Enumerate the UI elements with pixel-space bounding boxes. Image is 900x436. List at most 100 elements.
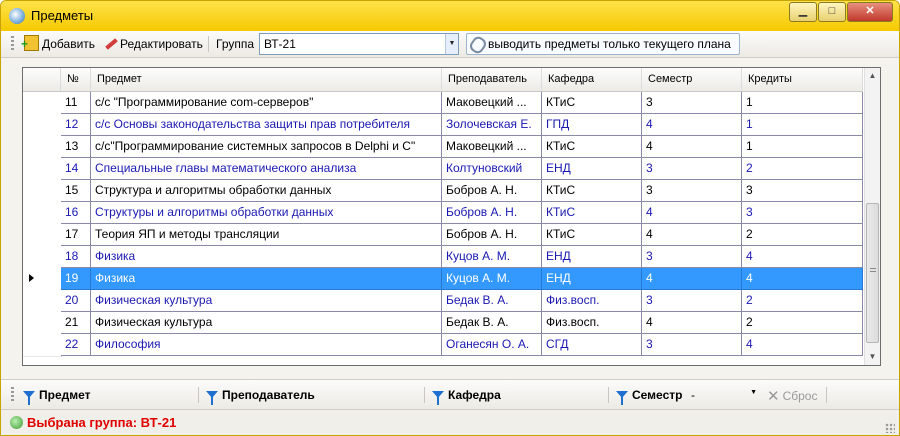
close-button[interactable]: ✕ [847, 2, 893, 22]
cell-teacher[interactable]: Бедак В. А. [442, 290, 542, 312]
cell-semester[interactable]: 3 [642, 290, 742, 312]
cell-teacher[interactable]: Золочевская Е. [442, 114, 542, 136]
row-indicator[interactable] [23, 114, 62, 137]
cell-number[interactable]: 18 [61, 246, 91, 268]
toolbar-grip[interactable] [11, 36, 14, 52]
cell-teacher[interactable]: Бобров А. Н. [442, 224, 542, 246]
cell-number[interactable]: 14 [61, 158, 91, 180]
table-row[interactable]: 13 с/с"Программирование системных запросо… [23, 136, 863, 159]
filter-dept-button[interactable]: Кафедра [432, 388, 501, 405]
group-combobox[interactable]: ВТ-21 ▼ [259, 33, 459, 55]
semester-combobox[interactable]: - ▼ [689, 386, 759, 404]
current-plan-toggle[interactable]: выводить предметы только текущего плана [466, 33, 740, 56]
cell-subject[interactable]: Физика [91, 268, 442, 290]
cell-dept[interactable]: ЕНД [542, 268, 642, 290]
scroll-thumb[interactable] [866, 203, 879, 343]
cell-credits[interactable]: 3 [742, 202, 863, 224]
cell-semester[interactable]: 4 [642, 312, 742, 334]
cell-semester[interactable]: 4 [642, 202, 742, 224]
cell-dept[interactable]: ЕНД [542, 158, 642, 180]
row-indicator[interactable] [23, 202, 62, 225]
table-row[interactable]: 20 Физическая культура Бедак В. А. Физ.восп… [23, 290, 863, 313]
cell-teacher[interactable]: Бедак В. А. [442, 312, 542, 334]
cell-number[interactable]: 16 [61, 202, 91, 224]
table-row[interactable]: 17 Теория ЯП и методы трансляции Бобров А.… [23, 224, 863, 247]
cell-number[interactable]: 15 [61, 180, 91, 202]
cell-credits[interactable]: 2 [742, 158, 863, 180]
cell-number[interactable]: 12 [61, 114, 91, 136]
edit-button[interactable]: Редактировать [103, 34, 203, 54]
cell-number[interactable]: 20 [61, 290, 91, 312]
cell-teacher[interactable]: Куцов А. М. [442, 268, 542, 290]
cell-teacher[interactable]: Колтуновский [442, 158, 542, 180]
column-header-subject[interactable]: Предмет [91, 68, 442, 91]
reset-button[interactable]: ✕ Сброс [767, 387, 817, 405]
table-row[interactable]: 22 Философия Оганесян О. А. СГД 3 4 [23, 334, 863, 357]
maximize-button[interactable]: □ [818, 2, 846, 22]
cell-subject[interactable]: Специальные главы математического анализ… [91, 158, 442, 180]
cell-number[interactable]: 17 [61, 224, 91, 246]
cell-dept[interactable]: КТиС [542, 224, 642, 246]
cell-dept[interactable]: СГД [542, 334, 642, 356]
cell-teacher[interactable]: Бобров А. Н. [442, 202, 542, 224]
scroll-up-icon[interactable]: ▲ [865, 68, 880, 84]
cell-number[interactable]: 22 [61, 334, 91, 356]
cell-subject[interactable]: Структуры и алгоритмы обработки данных [91, 202, 442, 224]
minimize-button[interactable]: ▁ [789, 2, 817, 22]
cell-subject[interactable]: Физическая культура [91, 312, 442, 334]
row-indicator[interactable] [23, 224, 62, 247]
filter-subject-button[interactable]: Предмет [23, 388, 91, 405]
row-indicator[interactable] [23, 290, 62, 313]
cell-dept[interactable]: КТиС [542, 202, 642, 224]
cell-dept[interactable]: КТиС [542, 180, 642, 202]
cell-credits[interactable]: 1 [742, 136, 863, 158]
cell-subject[interactable]: с/с "Программирование com-серверов" [91, 92, 442, 114]
row-indicator[interactable] [23, 180, 62, 203]
cell-semester[interactable]: 3 [642, 334, 742, 356]
cell-subject[interactable]: с/с Основы законодательства защиты прав … [91, 114, 442, 136]
cell-number[interactable]: 19 [61, 268, 91, 290]
cell-semester[interactable]: 4 [642, 268, 742, 290]
cell-teacher[interactable]: Маковецкий ... [442, 92, 542, 114]
table-row[interactable]: 14 Специальные главы математического анал… [23, 158, 863, 181]
cell-teacher[interactable]: Бобров А. Н. [442, 180, 542, 202]
column-header-number[interactable]: № [61, 68, 91, 91]
cell-credits[interactable]: 4 [742, 246, 863, 268]
cell-teacher[interactable]: Оганесян О. А. [442, 334, 542, 356]
filter-semester-button[interactable]: Семестр [616, 388, 682, 405]
column-header-credits[interactable]: Кредиты [742, 68, 863, 91]
cell-number[interactable]: 11 [61, 92, 91, 114]
cell-credits[interactable]: 1 [742, 114, 863, 136]
cell-teacher[interactable]: Куцов А. М. [442, 246, 542, 268]
title-bar[interactable]: Предметы ▁ □ ✕ [1, 1, 899, 31]
table-row[interactable]: 11 с/с "Программирование com-серверов" Мак… [23, 92, 863, 115]
cell-subject[interactable]: Философия [91, 334, 442, 356]
cell-dept[interactable]: ЕНД [542, 246, 642, 268]
chevron-down-icon[interactable]: ▼ [445, 34, 458, 54]
cell-dept[interactable]: Физ.восп. [542, 290, 642, 312]
vertical-scrollbar[interactable]: ▲ ▼ [864, 68, 880, 365]
cell-credits[interactable]: 2 [742, 312, 863, 334]
cell-semester[interactable]: 3 [642, 246, 742, 268]
table-row[interactable]: 16 Структуры и алгоритмы обработки данных… [23, 202, 863, 225]
table-row[interactable]: 15 Структура и алгоритмы обработки данных… [23, 180, 863, 203]
cell-subject[interactable]: Физическая культура [91, 290, 442, 312]
cell-teacher[interactable]: Маковецкий ... [442, 136, 542, 158]
filter-bar-grip[interactable] [11, 387, 14, 403]
cell-dept[interactable]: КТиС [542, 92, 642, 114]
cell-semester[interactable]: 3 [642, 92, 742, 114]
row-indicator[interactable] [23, 334, 62, 357]
row-indicator[interactable] [23, 246, 62, 269]
cell-semester[interactable]: 4 [642, 224, 742, 246]
cell-semester[interactable]: 3 [642, 180, 742, 202]
cell-dept[interactable]: ГПД [542, 114, 642, 136]
cell-credits[interactable]: 4 [742, 334, 863, 356]
column-header-semester[interactable]: Семестр [642, 68, 742, 91]
table-row[interactable]: 19 Физика Куцов А. М. ЕНД 4 4 [23, 268, 863, 291]
scroll-down-icon[interactable]: ▼ [865, 349, 880, 365]
subjects-grid[interactable]: № Предмет Преподаватель Кафедра Семестр … [22, 67, 881, 366]
chevron-down-icon[interactable]: ▼ [750, 389, 757, 396]
row-indicator[interactable] [23, 312, 62, 335]
table-row[interactable]: 21 Физическая культура Бедак В. А. Физ.восп… [23, 312, 863, 335]
table-row[interactable]: 12 с/с Основы законодательства защиты пра… [23, 114, 863, 137]
